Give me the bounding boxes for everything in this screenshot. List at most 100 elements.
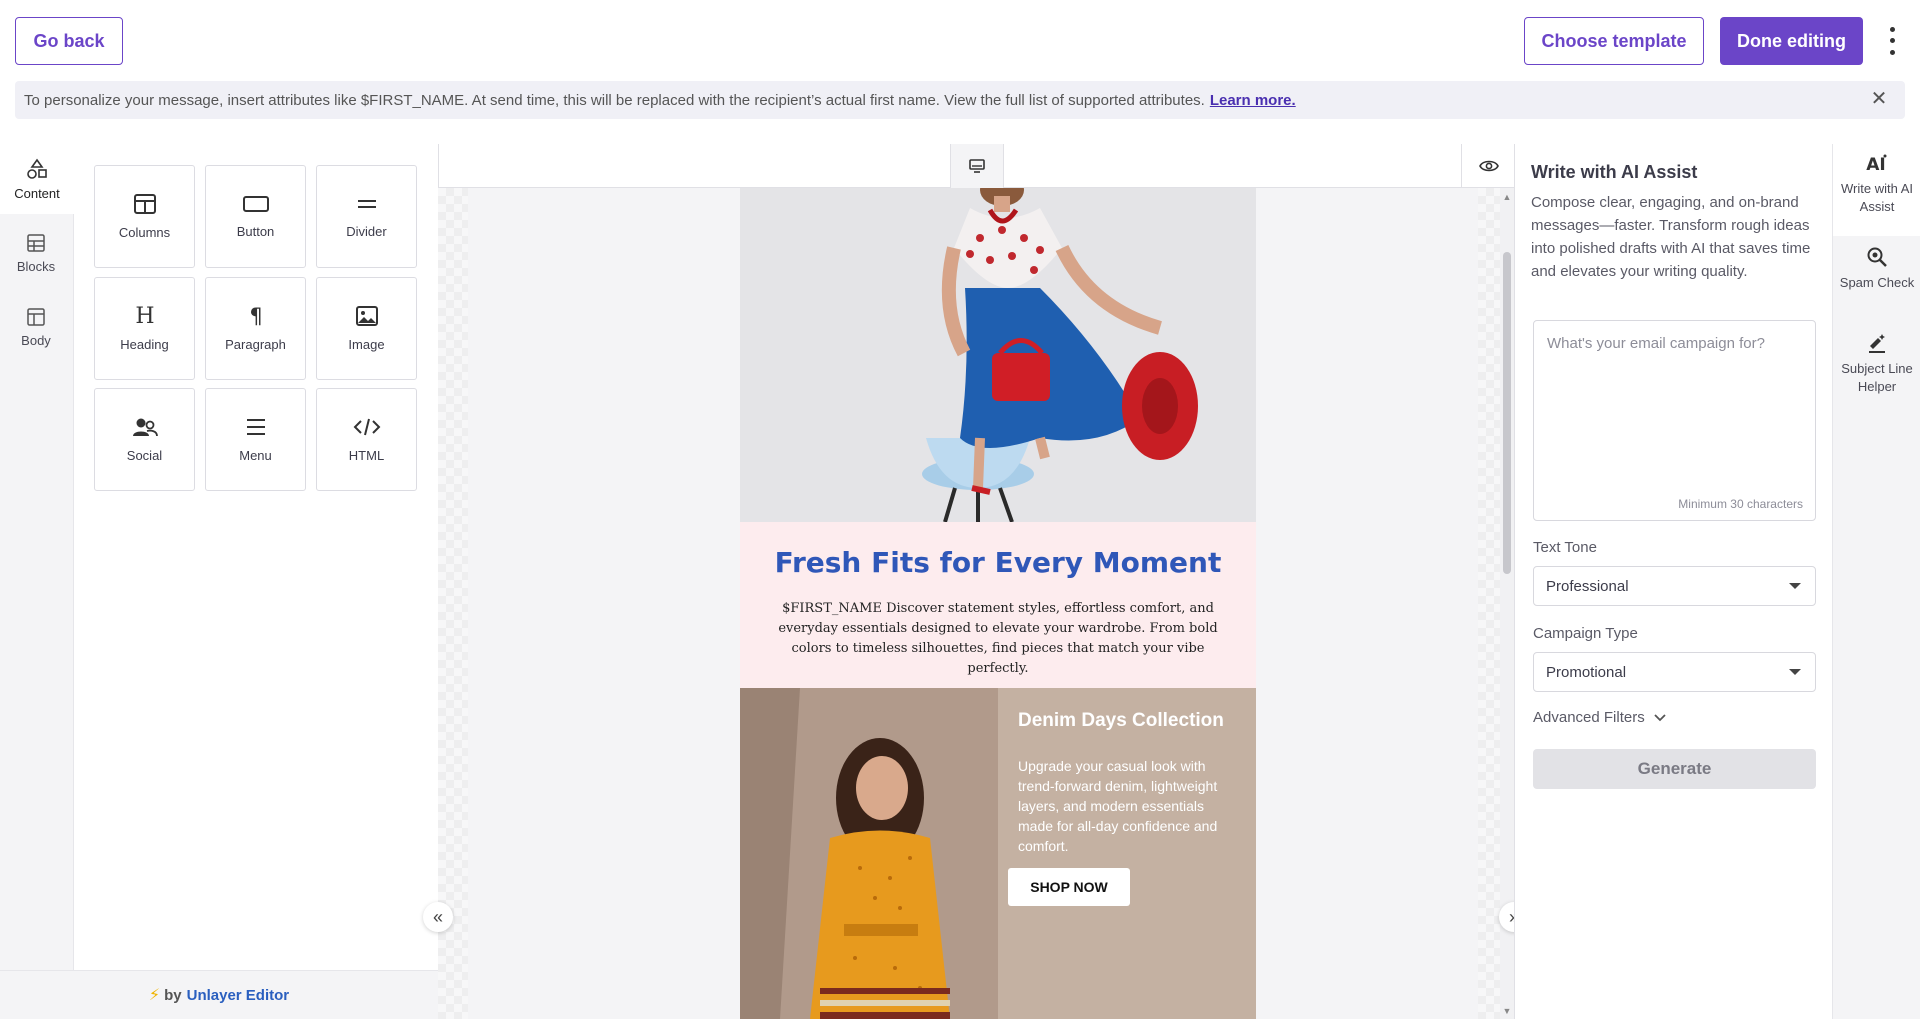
bolt-icon: ⚡ [148, 987, 161, 1004]
rail-item-ai-assist[interactable]: AI Write with AI Assist [1833, 144, 1920, 236]
desktop-icon [969, 159, 985, 173]
text-tone-value: Professional [1546, 577, 1629, 595]
go-back-button[interactable]: Go back [15, 17, 123, 65]
more-options-icon[interactable] [1884, 24, 1900, 58]
campaign-type-value: Promotional [1546, 663, 1627, 681]
text-tone-label: Text Tone [1533, 539, 1597, 556]
denim-illustration [740, 688, 998, 1019]
rail-label: Write with AI Assist [1840, 181, 1913, 214]
chevron-down-icon [1789, 583, 1801, 589]
right-rail: AI Write with AI Assist Spam Check Subje… [1832, 144, 1920, 1019]
denim-heading[interactable]: Denim Days Collection [1018, 710, 1236, 732]
tile-label: Heading [120, 337, 169, 352]
scroll-thumb[interactable] [1503, 252, 1511, 574]
personalization-banner: To personalize your message, insert attr… [15, 81, 1905, 119]
email-preview: Fresh Fits for Every Moment $FIRST_NAME … [740, 188, 1256, 1019]
rail-label: Content [14, 185, 60, 201]
campaign-type-select[interactable]: Promotional [1533, 652, 1816, 692]
text-tone-select[interactable]: Professional [1533, 566, 1816, 606]
subject-helper-icon [1869, 334, 1885, 353]
code-icon [353, 418, 380, 436]
rail-item-blocks[interactable]: Blocks [0, 218, 72, 288]
rail-label: Subject Line Helper [1841, 361, 1913, 394]
tile-menu[interactable]: Menu [205, 388, 306, 491]
generate-button[interactable]: Generate [1533, 749, 1816, 789]
rail-label: Spam Check [1839, 275, 1915, 290]
hero-paragraph[interactable]: $FIRST_NAME Discover statement styles, e… [768, 599, 1228, 679]
spam-check-icon [1867, 247, 1887, 267]
image-icon [355, 306, 378, 326]
scroll-down-icon[interactable]: ▼ [1502, 1006, 1512, 1016]
scroll-up-icon[interactable]: ▲ [1502, 192, 1512, 202]
content-tiles-panel: Columns Button Divider H Heading ¶ Parag… [74, 144, 438, 970]
tile-social[interactable]: Social [94, 388, 195, 491]
denim-paragraph[interactable]: Upgrade your casual look with trend-forw… [1018, 756, 1236, 856]
canvas-toolbar [438, 144, 1514, 188]
hero-illustration [740, 188, 1256, 522]
social-icon [132, 418, 158, 437]
chevron-down-icon [1789, 669, 1801, 675]
hero-section: Fresh Fits for Every Moment $FIRST_NAME … [740, 522, 1256, 688]
svg-text:H: H [135, 305, 154, 327]
ai-panel-description: Compose clear, engaging, and on-brand me… [1531, 194, 1811, 280]
tile-label: Social [126, 448, 163, 463]
canvas-body: Fresh Fits for Every Moment $FIRST_NAME … [468, 188, 1478, 1019]
rail-label: Blocks [16, 258, 56, 274]
tile-label: Columns [118, 225, 171, 240]
tile-heading[interactable]: H Heading [94, 277, 195, 380]
email-canvas: Fresh Fits for Every Moment $FIRST_NAME … [438, 188, 1514, 1019]
chevron-down-icon [1654, 713, 1666, 721]
columns-icon [133, 194, 156, 214]
learn-more-link[interactable]: Learn more. [1210, 92, 1296, 109]
advanced-filters-toggle[interactable]: Advanced Filters [1533, 709, 1667, 726]
tile-button[interactable]: Button [205, 165, 306, 268]
advanced-filters-label: Advanced Filters [1533, 709, 1645, 726]
tile-image[interactable]: Image [316, 277, 417, 380]
rail-label: Body [21, 332, 51, 348]
by-label: by [164, 986, 182, 1004]
campaign-description-placeholder: What's your email campaign for? [1547, 335, 1765, 352]
body-icon [27, 307, 45, 326]
preview-button[interactable] [1461, 144, 1515, 188]
rail-item-body[interactable]: Body [0, 292, 72, 362]
close-icon[interactable]: ✕ [1869, 89, 1889, 109]
rail-item-content[interactable]: Content [0, 144, 74, 214]
tile-paragraph[interactable]: ¶ Paragraph [205, 277, 306, 380]
rail-item-spam-check[interactable]: Spam Check [1833, 236, 1920, 324]
tile-html[interactable]: HTML [316, 388, 417, 491]
shop-now-button[interactable]: SHOP NOW [1008, 868, 1130, 906]
campaign-description-input[interactable]: What's your email campaign for? Minimum … [1533, 320, 1816, 521]
collapse-left-icon[interactable]: « [423, 902, 453, 932]
denim-panel: Denim Days Collection Upgrade your casua… [998, 688, 1256, 1019]
top-bar: Go back Choose template Done editing [0, 0, 1920, 80]
ai-icon: AI [1866, 154, 1887, 174]
unlayer-link[interactable]: Unlayer Editor [187, 987, 290, 1004]
divider-icon [357, 200, 376, 208]
tile-label: Divider [346, 224, 387, 239]
tile-columns[interactable]: Columns [94, 165, 195, 268]
shapes-icon [27, 158, 47, 179]
denim-image[interactable] [740, 688, 998, 1019]
canvas-scrollbar[interactable]: ▲ ▼ [1500, 188, 1514, 1019]
tile-label: Menu [239, 448, 272, 463]
blocks-icon [27, 233, 45, 252]
tile-label: Paragraph [225, 337, 286, 352]
desktop-view-button[interactable] [950, 144, 1004, 188]
tile-divider[interactable]: Divider [316, 165, 417, 268]
done-editing-button[interactable]: Done editing [1720, 17, 1863, 65]
banner-text: To personalize your message, insert attr… [24, 91, 1205, 109]
menu-icon [246, 419, 265, 435]
tile-label: Button [236, 224, 275, 239]
rail-item-subject-helper[interactable]: Subject Line Helper [1833, 324, 1920, 412]
svg-text:¶: ¶ [249, 305, 262, 327]
svg-text:AI: AI [1866, 155, 1885, 174]
hero-heading[interactable]: Fresh Fits for Every Moment [740, 546, 1256, 579]
tile-label: HTML [348, 448, 385, 463]
tile-label: Image [348, 337, 385, 352]
choose-template-button[interactable]: Choose template [1524, 17, 1704, 65]
ai-assist-panel: Write with AI Assist Compose clear, enga… [1514, 144, 1832, 1019]
minimum-characters-hint: Minimum 30 characters [1678, 497, 1803, 511]
hero-image[interactable] [740, 188, 1256, 522]
powered-by-footer: ⚡ by Unlayer Editor [0, 970, 438, 1019]
left-rail: Content Blocks Body [0, 144, 74, 1019]
